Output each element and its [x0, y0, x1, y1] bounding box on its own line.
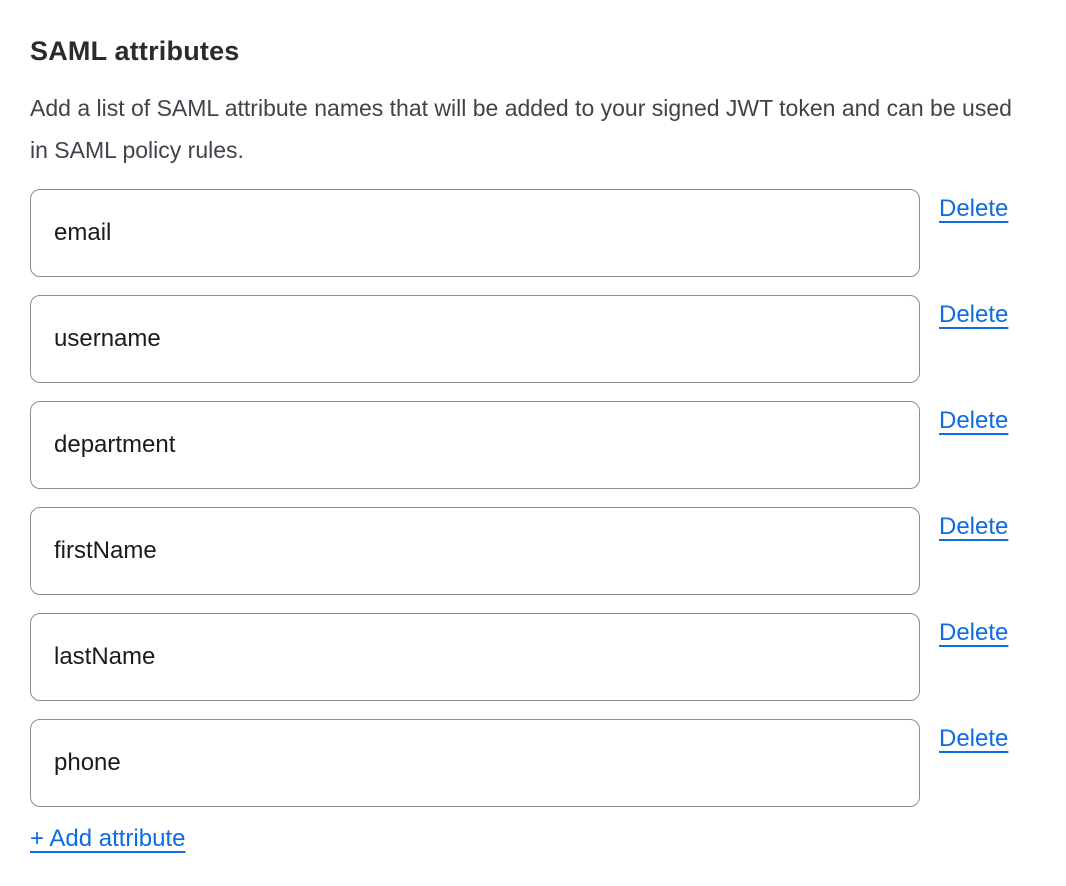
- saml-attributes-section: SAML attributes Add a list of SAML attri…: [0, 0, 1066, 886]
- delete-link[interactable]: Delete: [939, 619, 1008, 646]
- delete-cell: Delete: [939, 719, 1008, 753]
- attribute-input[interactable]: [30, 401, 920, 489]
- attribute-row: Delete: [30, 189, 1036, 277]
- delete-link[interactable]: Delete: [939, 407, 1008, 434]
- delete-cell: Delete: [939, 613, 1008, 647]
- delete-cell: Delete: [939, 295, 1008, 329]
- delete-link[interactable]: Delete: [939, 301, 1008, 328]
- attribute-row: Delete: [30, 507, 1036, 595]
- attribute-input[interactable]: [30, 189, 920, 277]
- attribute-row: Delete: [30, 719, 1036, 807]
- attribute-input[interactable]: [30, 719, 920, 807]
- add-attribute-row: + Add attribute: [30, 825, 1036, 853]
- attribute-input[interactable]: [30, 613, 920, 701]
- attribute-row: Delete: [30, 401, 1036, 489]
- attribute-row: Delete: [30, 295, 1036, 383]
- delete-cell: Delete: [939, 401, 1008, 435]
- attribute-row: Delete: [30, 613, 1036, 701]
- add-attribute-link[interactable]: + Add attribute: [30, 825, 185, 852]
- section-description: Add a list of SAML attribute names that …: [30, 87, 1025, 171]
- delete-link[interactable]: Delete: [939, 195, 1008, 222]
- delete-cell: Delete: [939, 189, 1008, 223]
- delete-cell: Delete: [939, 507, 1008, 541]
- page-title: SAML attributes: [30, 36, 1036, 67]
- delete-link[interactable]: Delete: [939, 513, 1008, 540]
- attribute-input[interactable]: [30, 295, 920, 383]
- attribute-input[interactable]: [30, 507, 920, 595]
- delete-link[interactable]: Delete: [939, 725, 1008, 752]
- attribute-list: Delete Delete Delete Delete Delete: [30, 189, 1036, 807]
